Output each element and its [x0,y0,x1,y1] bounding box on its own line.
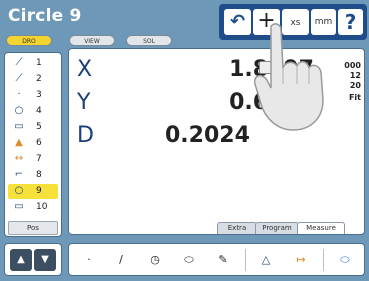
feature-list: ⟋ 1 ⟋ 2 · 3 ○ 4 ▭ 5 ▲ 6 ↔ 7 ⌐ 8 ○ 9 ▭ 10 Pos [4,52,62,237]
d-value: 0.2024 [165,123,250,148]
measure-blob-button[interactable]: ✎ [213,251,233,269]
feature-item-10[interactable]: ▭ 10 [8,200,58,215]
y-axis-label: Y [77,90,91,115]
line-icon: ⟋ [15,73,23,84]
arc-icon: ⌐ [14,169,24,180]
toolbar-divider [323,249,324,271]
side-info-1: 000 [344,61,361,70]
sol-tab-button[interactable]: SOL [126,35,172,46]
measure-line-button[interactable]: / [111,251,131,269]
circle-icon: ○ [14,185,24,196]
xs-button[interactable]: xs [282,9,309,35]
d-axis-label: D [77,123,94,148]
x-zero-button[interactable] [259,61,277,74]
feature-title: Circle 9 [8,6,82,26]
scroll-up-button[interactable]: ▲ [10,249,32,271]
measure-point-button[interactable]: · [79,251,99,269]
y-zero-button[interactable] [259,95,277,108]
feature-item-5[interactable]: ▭ 5 [8,120,58,135]
tab-program[interactable]: Program [255,222,299,234]
feature-item-2[interactable]: ⟋ 2 [8,72,58,87]
angle-icon: ▲ [15,137,23,148]
measure-distance-button[interactable]: ↦ [291,251,311,269]
tab-extra[interactable]: Extra [217,222,257,234]
line-icon: ⟋ [15,57,23,68]
measure-skew-button[interactable]: ⬭ [335,251,355,269]
view-tab-button[interactable]: VIEW [69,35,115,46]
tab-measure[interactable]: Measure [297,222,345,234]
measure-angle-button[interactable]: △ [256,251,276,269]
distance-icon: ↔ [14,153,24,164]
add-button[interactable]: + [253,9,280,35]
point-icon: · [17,89,21,100]
circle-icon: ○ [14,105,24,116]
scroll-down-button[interactable]: ▼ [34,249,56,271]
feature-item-1[interactable]: ⟋ 1 [8,56,58,71]
undo-button[interactable]: ↶ [224,9,251,35]
readout-panel: X 1.8997 Y 0.6906 D 0.2024 000 12 20 Fit… [68,48,365,235]
feature-item-9[interactable]: ○ 9 [8,184,58,199]
feature-item-6[interactable]: ▲ 6 [8,136,58,151]
measure-circle-button[interactable]: ◷ [145,251,165,269]
pos-button[interactable]: Pos [8,221,58,235]
slot-icon: ▭ [14,201,24,212]
help-button[interactable]: ? [338,9,363,35]
units-button[interactable]: mm [311,9,336,35]
scroll-arrows: ▲ ▼ [4,243,62,276]
top-toolbar: ↶ + xs mm ? [219,4,367,40]
measure-toolbar: · / ◷ ⬭ ✎ △ ↦ ⬭ [68,243,365,276]
measure-slot-button[interactable]: ⬭ [179,251,199,269]
slot-icon: ▭ [14,121,24,132]
toolbar-divider [245,249,246,271]
side-info-3: 20 [349,81,361,90]
feature-item-8[interactable]: ⌐ 8 [8,168,58,183]
x-axis-label: X [77,57,93,82]
feature-item-3[interactable]: · 3 [8,88,58,103]
side-info-2: 12 [349,71,361,80]
dro-screen: Circle 9 DRO VIEW SOL ↶ + xs mm ? ⟋ 1 ⟋ 2 … [0,0,369,281]
feature-item-4[interactable]: ○ 4 [8,104,58,119]
dro-tab-button[interactable]: DRO [6,35,52,46]
side-info-4: Fit [348,93,361,102]
feature-item-7[interactable]: ↔ 7 [8,152,58,167]
